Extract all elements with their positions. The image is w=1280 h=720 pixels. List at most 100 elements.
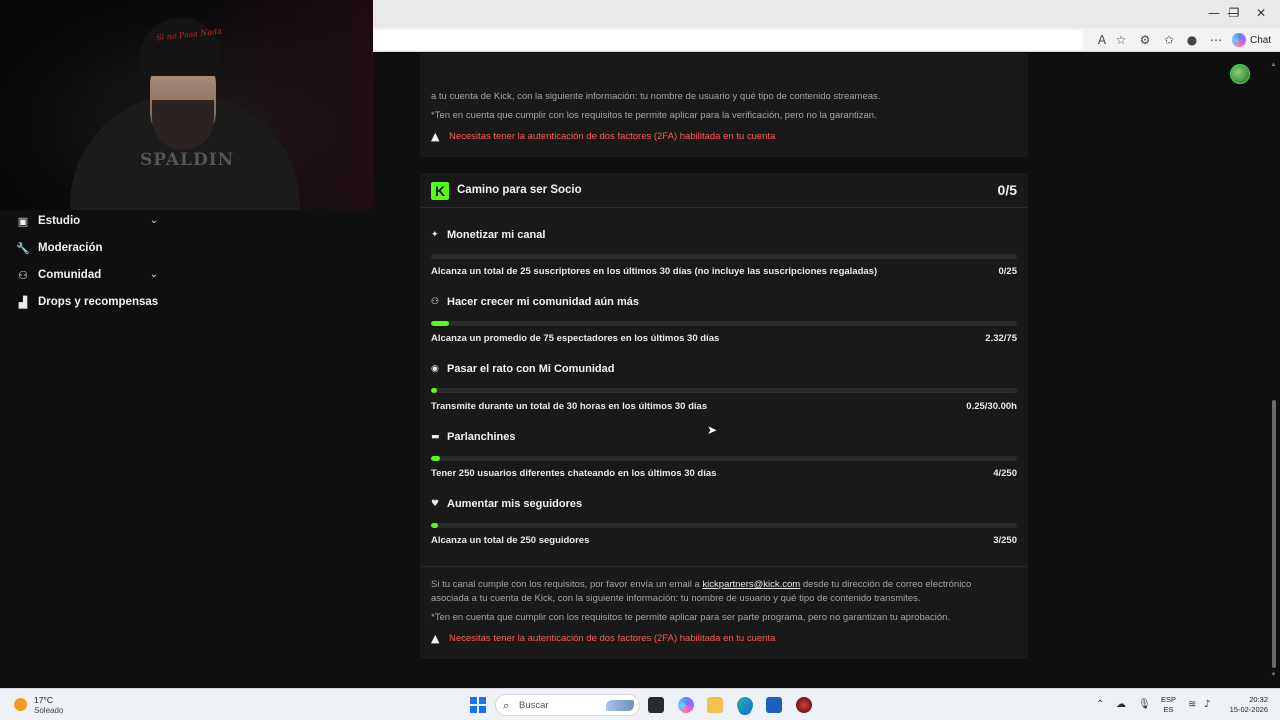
chevron-down-icon[interactable]: ⌄ xyxy=(148,215,160,227)
volume-icon[interactable]: ♪ xyxy=(1204,699,1210,710)
copilot-icon xyxy=(1232,33,1246,47)
profile-icon[interactable]: ● xyxy=(1184,32,1200,48)
search-placeholder: Buscar xyxy=(519,700,549,711)
microphone-icon[interactable]: 🎙 xyxy=(1138,699,1151,710)
goal-title: ▬ Parlanchines xyxy=(431,431,515,443)
goal-title-text: Pasar el rato con Mi Comunidad xyxy=(447,363,615,375)
goal-value: 0.25/30.00h xyxy=(966,401,1017,412)
weather-description[interactable]: Soleado xyxy=(34,706,63,715)
task-view-icon[interactable] xyxy=(648,697,664,713)
goal-progress-bar xyxy=(431,254,1017,259)
goal-title-text: Monetizar mi canal xyxy=(447,229,546,241)
sidebar-item-label: Estudio xyxy=(38,215,81,227)
goal-title-text: Aumentar mis seguidores xyxy=(447,498,583,510)
webcam-shirt-print: SPALDIN xyxy=(140,150,235,170)
card-divider xyxy=(420,566,1028,567)
read-aloud-icon[interactable]: A xyxy=(1094,32,1110,48)
goal-progress-bar xyxy=(431,388,1017,393)
taskbar-search[interactable]: ⌕ Buscar xyxy=(495,694,640,716)
extensions-icon[interactable]: ⚙ xyxy=(1137,32,1153,48)
start-tile xyxy=(479,706,486,713)
wifi-icon[interactable]: ≋ xyxy=(1188,699,1196,710)
sidebar-item-label: Drops y recompensas xyxy=(38,296,159,308)
goal-description: Tener 250 usuarios diferentes chateando … xyxy=(431,468,717,479)
more-icon[interactable]: ⋯ xyxy=(1208,32,1224,48)
goal-progress-fill xyxy=(431,456,441,461)
start-tile xyxy=(470,706,477,713)
windows-taskbar: 17°C Soleado ⌕ Buscar ⌃ ☁ 🎙 ESP ES ≋ ♪ 2… xyxy=(0,688,1280,720)
sidebar-item-comunidad[interactable]: ⚇ Comunidad xyxy=(16,267,101,283)
copilot-app-icon[interactable] xyxy=(678,697,694,713)
restore-icon[interactable]: ❐ xyxy=(1219,4,1249,22)
warning-icon: ▲ xyxy=(431,632,440,645)
partner-footer-line1: Si tu canal cumple con los requisitos, p… xyxy=(431,579,971,590)
goal-title-text: Hacer crecer mi comunidad aún más xyxy=(447,296,639,308)
partner-card-header: K Camino para ser Socio 0/5 xyxy=(420,173,1028,208)
sparkle-icon: ✦ xyxy=(431,230,439,240)
goal-value: 0/25 xyxy=(998,266,1018,277)
warning-icon: ▲ xyxy=(431,130,440,143)
warning-text: Necesitas tener la autenticación de dos … xyxy=(449,131,776,142)
start-tile xyxy=(479,697,486,704)
app-red-icon[interactable] xyxy=(796,697,812,713)
favorites-icon[interactable]: ✩ xyxy=(1161,32,1177,48)
user-avatar[interactable] xyxy=(1230,64,1250,84)
partner-2fa-warning: ▲ Necesitas tener la autenticación de do… xyxy=(431,632,775,645)
sidebar-item-label: Comunidad xyxy=(38,269,102,281)
sidebar-item-drops[interactable]: ▟ Drops y recompensas xyxy=(16,294,158,310)
goal-progress-fill xyxy=(431,523,439,528)
community-icon: ⚇ xyxy=(18,268,28,282)
tray-chevron-up-icon[interactable]: ⌃ xyxy=(1096,699,1104,710)
goal-progress-fill xyxy=(431,321,450,326)
warning-text: Necesitas tener la autenticación de dos … xyxy=(449,633,776,644)
language-indicator[interactable]: ESP ES xyxy=(1161,695,1176,715)
scroll-up-arrow-icon[interactable]: ▲ xyxy=(1270,62,1277,70)
close-icon[interactable]: ✕ xyxy=(1246,4,1276,22)
goal-description: Transmite durante un total de 30 horas e… xyxy=(431,401,708,412)
sun-icon[interactable] xyxy=(14,698,27,711)
sidebar-item-label: Moderación xyxy=(38,242,103,254)
lang-top: ESP xyxy=(1161,695,1177,704)
goal-title: ✦ Monetizar mi canal xyxy=(431,229,545,241)
verification-info-text: a tu cuenta de Kick, con la siguiente in… xyxy=(431,91,881,102)
lang-bottom: ES xyxy=(1163,705,1174,714)
goal-description: Alcanza un total de 250 seguidores xyxy=(431,535,590,546)
footer-text: Si tu canal cumple con los requisitos, p… xyxy=(431,579,700,590)
store-icon[interactable] xyxy=(766,697,782,713)
goal-value: 3/250 xyxy=(993,535,1017,546)
edge-browser-icon[interactable] xyxy=(737,697,753,713)
chat-bubble-icon: ▬ xyxy=(431,432,440,442)
chevron-down-icon[interactable]: ⌄ xyxy=(148,269,160,281)
scroll-down-arrow-icon[interactable]: ▼ xyxy=(1270,672,1277,680)
clock-time: 20:32 xyxy=(1249,695,1268,704)
partner-footer-line2: asociada a tu cuenta de Kick, con la sig… xyxy=(431,593,921,604)
favorite-star-icon[interactable]: ☆ xyxy=(1113,32,1129,48)
goal-title-text: Parlanchines xyxy=(447,431,516,443)
goal-progress-bar xyxy=(431,456,1017,461)
kick-logo-icon: K xyxy=(431,182,449,200)
email-link[interactable]: kickpartners@kick.com xyxy=(702,579,800,590)
goal-progress-fill xyxy=(431,388,437,393)
sidebar-item-estudio[interactable]: ▣ Estudio xyxy=(16,213,80,229)
goal-progress-bar xyxy=(431,321,1017,326)
broadcast-icon: ◉ xyxy=(431,364,439,374)
goal-description: Alcanza un promedio de 75 espectadores e… xyxy=(431,333,720,344)
clock[interactable]: 20:32 15-02-2026 xyxy=(1226,695,1268,715)
drops-icon: ▟ xyxy=(18,295,28,309)
partner-card-title: Camino para ser Socio xyxy=(457,184,582,196)
goal-title: ⚇ Hacer crecer mi comunidad aún más xyxy=(431,296,639,308)
verification-note: *Ten en cuenta que cumplir con los requi… xyxy=(431,110,877,121)
verification-card: a tu cuenta de Kick, con la siguiente in… xyxy=(420,53,1028,157)
goal-title: ♥ Aumentar mis seguidores xyxy=(431,498,582,510)
goal-title: ◉ Pasar el rato con Mi Comunidad xyxy=(431,363,614,375)
start-button[interactable] xyxy=(470,697,486,713)
scrollbar-thumb[interactable] xyxy=(1272,400,1276,668)
goal-description: Alcanza un total de 25 suscriptores en l… xyxy=(431,266,878,277)
address-bar[interactable] xyxy=(373,30,1083,50)
weather-temperature[interactable]: 17°C xyxy=(34,695,53,705)
chat-button[interactable]: Chat xyxy=(1232,31,1271,49)
file-explorer-icon[interactable] xyxy=(707,697,723,713)
sidebar-item-moderacion[interactable]: 🔧 Moderación xyxy=(16,240,103,256)
mouse-cursor-icon: ➤ xyxy=(707,423,718,437)
tray-cloud-icon[interactable]: ☁ xyxy=(1116,699,1126,710)
